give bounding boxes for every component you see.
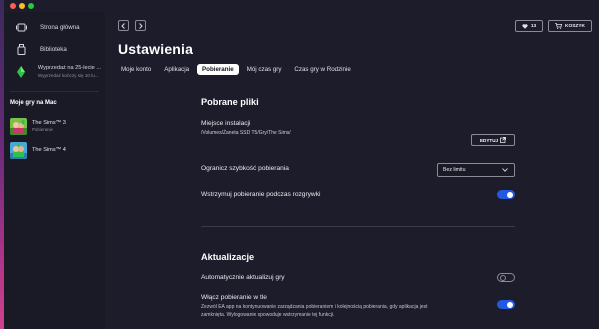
close-window-button[interactable]: [10, 3, 16, 9]
sidebar-item-label: Biblioteka: [40, 45, 67, 53]
sidebar: Strona główna Biblioteka Wyprzedaż na 25…: [4, 12, 105, 329]
plumbob-icon: [14, 65, 28, 79]
toggle-knob: [507, 301, 513, 308]
edit-label: EDYTUJ: [479, 137, 499, 143]
install-location-label: Miejsce instalacji: [201, 120, 251, 127]
pause-during-play-label: Wstrzymuj pobieranie podczas rozgrywki: [201, 191, 321, 198]
sidebar-item-sale[interactable]: Wyprzedaż na 25-lecie ... Wyprzedaż końc…: [10, 61, 101, 83]
library-icon: [14, 42, 28, 56]
home-screen-icon: [14, 20, 28, 34]
cart-icon: [555, 23, 562, 29]
sale-text: Wyprzedaż na 25-lecie ... Wyprzedaż końc…: [38, 64, 101, 80]
sidebar-divider: [10, 91, 99, 92]
cart-label: KOSZYK: [565, 23, 585, 29]
settings-tabs: Moje konto Aplikacja Pobieranie Mój czas…: [116, 63, 359, 76]
sale-title: Wyprzedaż na 25-lecie ...: [37, 65, 101, 71]
game-name: The Sims™ 3: [32, 120, 66, 126]
minimize-window-button[interactable]: [19, 3, 25, 9]
tab-downloads[interactable]: Pobieranie: [197, 64, 239, 75]
cart-button[interactable]: KOSZYK: [548, 20, 592, 32]
tab-family-playtime[interactable]: Czas gry w Rodzinie: [289, 64, 355, 75]
auto-update-toggle[interactable]: [497, 273, 515, 282]
updates-heading: Aktualizacje: [201, 252, 255, 262]
tab-my-playtime[interactable]: Mój czas gry: [242, 64, 287, 75]
forward-button[interactable]: [135, 20, 146, 31]
game-thumbnail: [10, 117, 27, 135]
sale-subtitle: Wyprzedaż kończy się 10 lu...: [37, 73, 99, 78]
game-item-sims4[interactable]: The Sims™ 4: [10, 140, 102, 160]
background-download-label: Włącz pobieranie w tle: [201, 294, 267, 301]
toggle-knob: [499, 275, 506, 281]
tab-my-account[interactable]: Moje konto: [116, 64, 156, 75]
speed-limit-label: Ogranicz szybkość pobierania: [201, 165, 289, 172]
chevron-right-icon: [139, 22, 143, 29]
main-panel: 13 KOSZYK Ustawienia Moje konto Aplikacj…: [105, 12, 599, 329]
my-games-heading: Moje gry na Mac: [10, 100, 57, 106]
pause-during-play-toggle[interactable]: [497, 190, 515, 199]
section-divider: [201, 226, 515, 227]
title-bar: [4, 0, 599, 12]
edit-install-location-button[interactable]: EDYTUJ: [471, 134, 515, 146]
game-item-sims3[interactable]: The Sims™ 3 Pobieranie: [10, 116, 102, 136]
install-location-path: /Volumes/Żaneta SSD T5/Gry/The Sims/: [201, 130, 291, 136]
sidebar-item-home[interactable]: Strona główna: [10, 16, 101, 38]
page-title: Ustawienia: [118, 41, 194, 57]
game-status: Pobieranie: [32, 127, 53, 132]
heart-icon: [522, 23, 528, 29]
game-thumbnail: [10, 141, 27, 159]
zoom-window-button[interactable]: [28, 3, 34, 9]
game-name: The Sims™ 4: [32, 147, 66, 153]
downloads-heading: Pobrane pliki: [201, 97, 259, 107]
external-link-icon: [500, 137, 506, 143]
wishlist-count: 13: [530, 23, 537, 29]
back-button[interactable]: [118, 20, 129, 31]
auto-update-label: Automatycznie aktualizuj gry: [201, 274, 285, 281]
toggle-knob: [507, 191, 513, 198]
app-window: Strona główna Biblioteka Wyprzedaż na 25…: [4, 0, 599, 329]
background-download-toggle[interactable]: [497, 300, 515, 309]
speed-limit-select[interactable]: Bez limitu: [437, 163, 515, 177]
wishlist-button[interactable]: 13: [515, 20, 543, 32]
chevron-down-icon: [502, 168, 508, 172]
speed-limit-value: Bez limitu: [443, 167, 466, 173]
sidebar-item-library[interactable]: Biblioteka: [10, 38, 101, 60]
chevron-left-icon: [121, 22, 125, 29]
background-download-description: Zezwól EA app na kontynuowanie zarządzan…: [201, 304, 428, 318]
tab-application[interactable]: Aplikacja: [159, 64, 194, 75]
sidebar-item-label: Strona główna: [40, 23, 80, 31]
